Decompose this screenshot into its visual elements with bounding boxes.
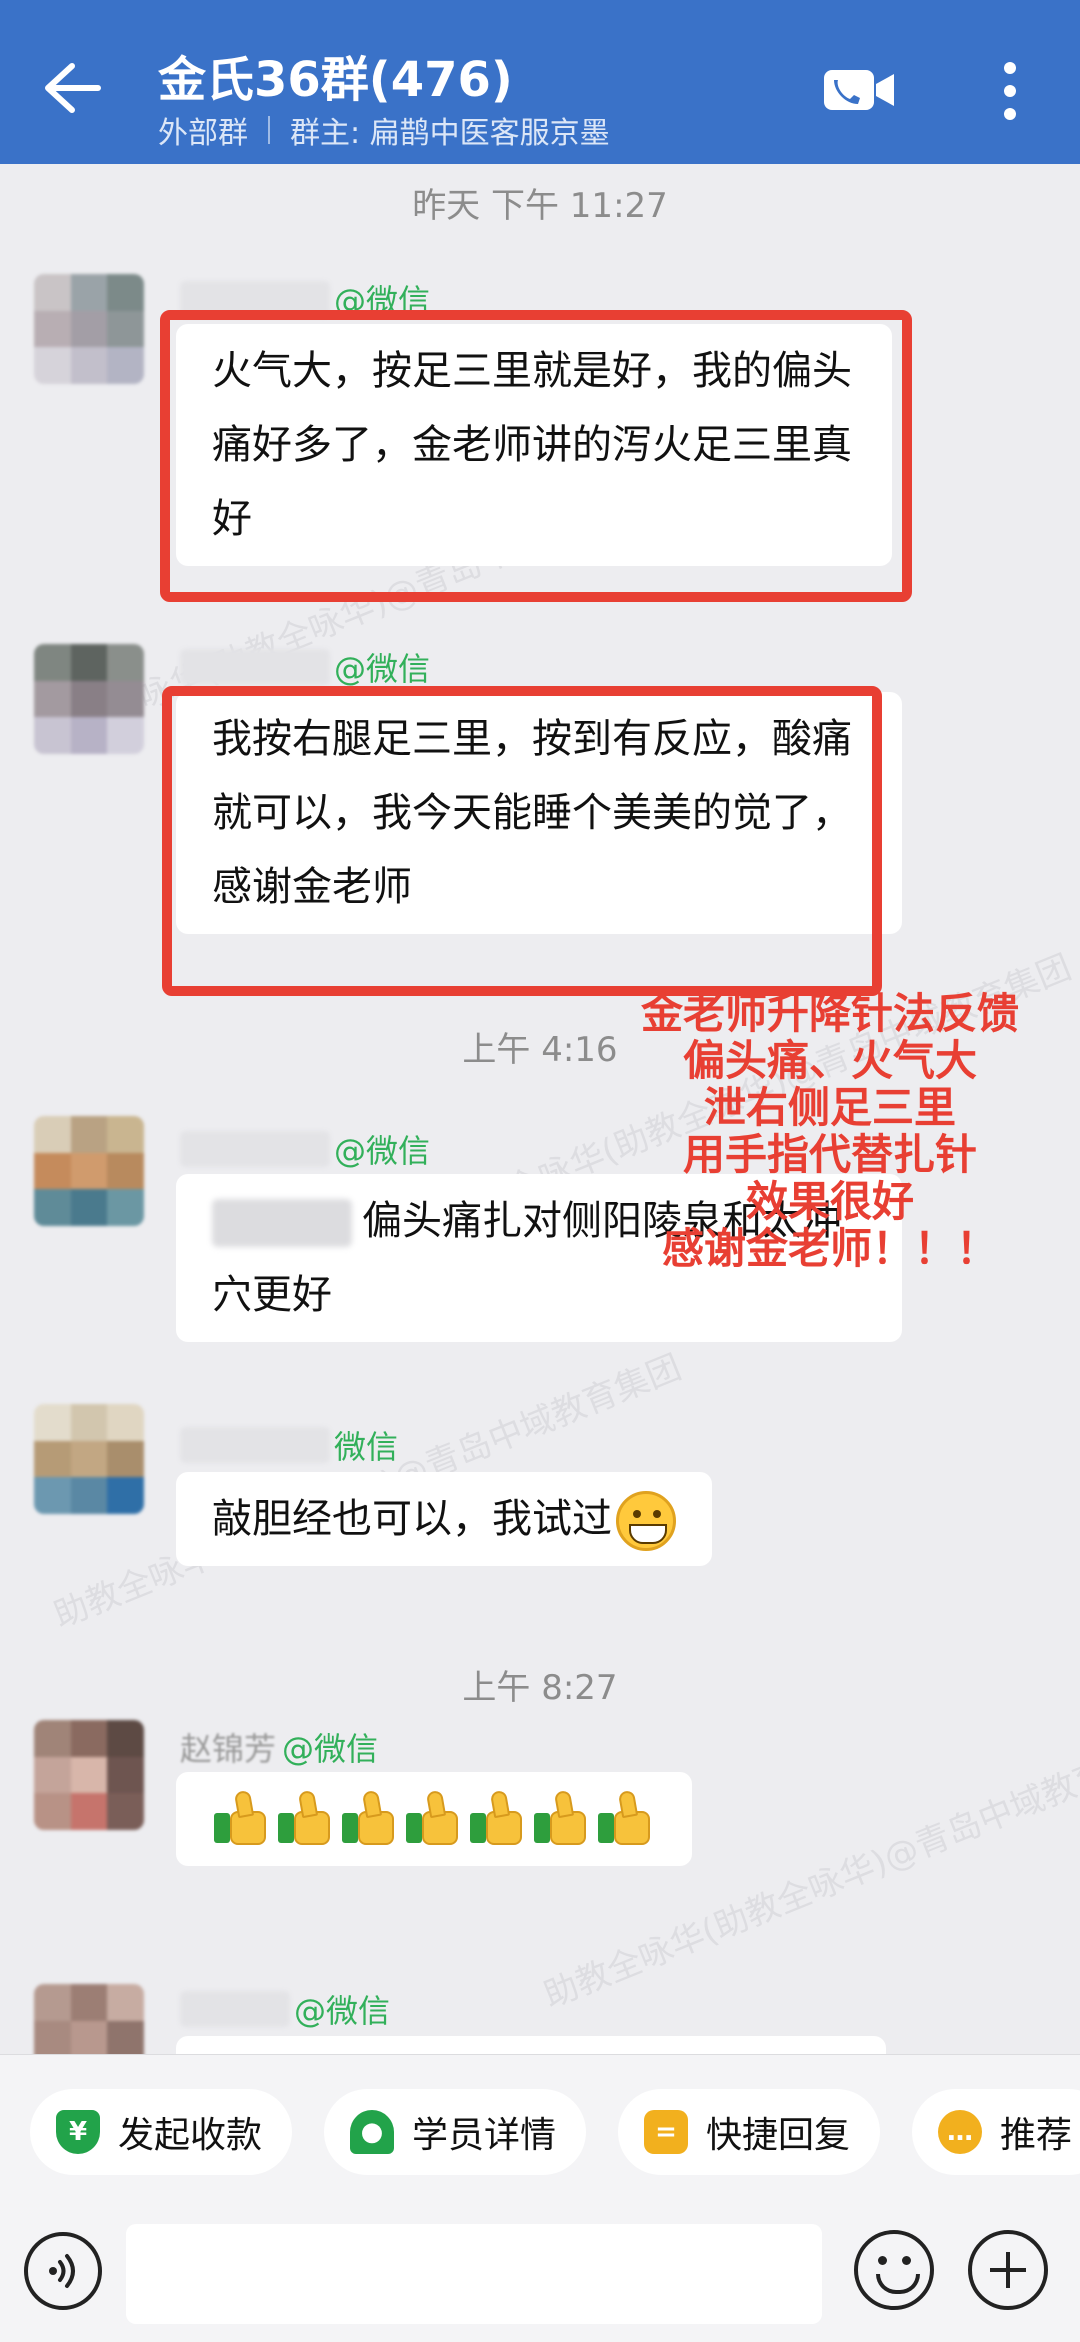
emoji-button[interactable] (854, 2230, 934, 2310)
chat-message-list[interactable]: 助教全咏华(助教全咏华)@青岛中域教育集团 助教全咏华(助教全咏华)@青岛中域教… (0, 164, 1080, 2054)
annotation-line: 金老师升降针法反馈 (640, 989, 1019, 1038)
student-user-icon: ● (350, 2110, 394, 2154)
blurred-name (180, 649, 330, 685)
chip-label: 推荐 (1000, 2115, 1073, 2156)
voice-wave-icon (49, 2254, 75, 2288)
video-call-button[interactable] (822, 66, 896, 114)
avatar[interactable] (34, 1720, 144, 1830)
sender-suffix: @微信 (294, 1992, 391, 2030)
highlight-frame (162, 686, 882, 996)
message-text: 敲胆经也可以，我试过 (212, 1496, 612, 1542)
avatar[interactable] (34, 1116, 144, 1226)
message-input-bar (0, 2206, 1080, 2342)
blurred-name (180, 1991, 290, 2027)
chip-label: 快捷回复 (706, 2115, 851, 2156)
group-type-label: 外部群 (158, 116, 248, 151)
sender-name: @微信 (180, 1986, 390, 2032)
annotation-line: 用手指代替扎针 (682, 1130, 977, 1179)
voice-input-button[interactable] (24, 2232, 102, 2310)
thumbs-up-icon (276, 1789, 336, 1849)
sender-suffix: @微信 (282, 1730, 379, 1768)
thumbs-up-icon (340, 1789, 400, 1849)
thumbs-up-row (212, 1782, 656, 1856)
more-dot-icon (1004, 85, 1016, 97)
sender-suffix: @微信 (334, 650, 431, 688)
subtitle-divider (268, 116, 270, 144)
quick-action-bar: ¥ 发起收款 ● 学员详情 = 快捷回复 … 推荐 (0, 2054, 1080, 2206)
message-bubble[interactable] (176, 2036, 886, 2054)
timestamp: 上午 8:27 (462, 1668, 618, 1708)
video-camera-icon (824, 70, 894, 110)
group-owner-label: 群主: 扁鹊中医客服京墨 (290, 116, 610, 151)
back-button[interactable] (36, 52, 108, 124)
annotation-line: 感谢金老师！！！ (661, 1224, 998, 1273)
blurred-mention (212, 1199, 352, 1247)
annotation-overlay: 金老师升降针法反馈 偏头痛、火气大 泄右侧足三里 用手指代替扎针 效果很好 感谢… (590, 990, 1070, 1272)
thumbs-up-icon (212, 1789, 272, 1849)
sender-name: 赵锦芳 @微信 (180, 1724, 378, 1770)
message-bubble[interactable] (176, 1772, 692, 1866)
avatar[interactable] (34, 644, 144, 754)
quick-reply-button[interactable]: = 快捷回复 (618, 2089, 881, 2175)
annotation-line: 偏头痛、火气大 (682, 1036, 977, 1085)
more-options-button[interactable] (990, 56, 1030, 126)
annotation-line: 泄右侧足三里 (703, 1083, 956, 1132)
sender-name: 微信 (180, 1422, 398, 1468)
group-subtitle: 外部群 群主: 扁鹊中医客服京墨 (158, 108, 610, 152)
chip-label: 发起收款 (118, 2115, 263, 2156)
watermark-text: 助教全咏华(助教全咏华)@青岛中域教育集团 (538, 1727, 1080, 2017)
thumbs-up-icon (404, 1789, 464, 1849)
more-dot-icon (1004, 108, 1016, 120)
chat-header: 金氏36群(476) 外部群 群主: 扁鹊中医客服京墨 (0, 0, 1080, 164)
annotation-line: 效果很好 (745, 1177, 914, 1226)
recommend-button[interactable]: … 推荐 (912, 2089, 1080, 2175)
sender-suffix: @微信 (334, 1132, 431, 1170)
sender-suffix: 微信 (334, 1428, 399, 1466)
group-title[interactable]: 金氏36群(476) (158, 40, 513, 110)
quick-reply-icon: = (644, 2110, 688, 2154)
sender-name: @微信 (180, 644, 430, 690)
blurred-name (180, 1427, 330, 1463)
more-attachments-button[interactable] (968, 2230, 1048, 2310)
student-details-button[interactable]: ● 学员详情 (324, 2089, 587, 2175)
avatar[interactable] (34, 1984, 144, 2054)
chip-label: 学员详情 (412, 2115, 557, 2156)
start-payment-button[interactable]: ¥ 发起收款 (30, 2089, 293, 2175)
blurred-name (180, 1131, 330, 1167)
more-dot-icon (1004, 62, 1016, 74)
message-input[interactable] (126, 2224, 822, 2324)
thumbs-up-icon (468, 1789, 528, 1849)
avatar[interactable] (34, 1404, 144, 1514)
avatar[interactable] (34, 274, 144, 384)
back-arrow-icon (45, 63, 101, 113)
payment-shield-icon: ¥ (56, 2110, 100, 2154)
highlight-frame (160, 310, 912, 602)
thumbs-up-icon (532, 1789, 592, 1849)
thumbs-up-icon (596, 1789, 656, 1849)
sender-name-partial: 赵锦芳 (180, 1730, 277, 1768)
timestamp: 昨天 下午 11:27 (412, 186, 668, 226)
sender-name: @微信 (180, 1126, 430, 1172)
grinning-face-icon (616, 1491, 676, 1551)
message-bubble[interactable]: 敲胆经也可以，我试过 (176, 1472, 712, 1566)
recommend-icon: … (938, 2110, 982, 2154)
